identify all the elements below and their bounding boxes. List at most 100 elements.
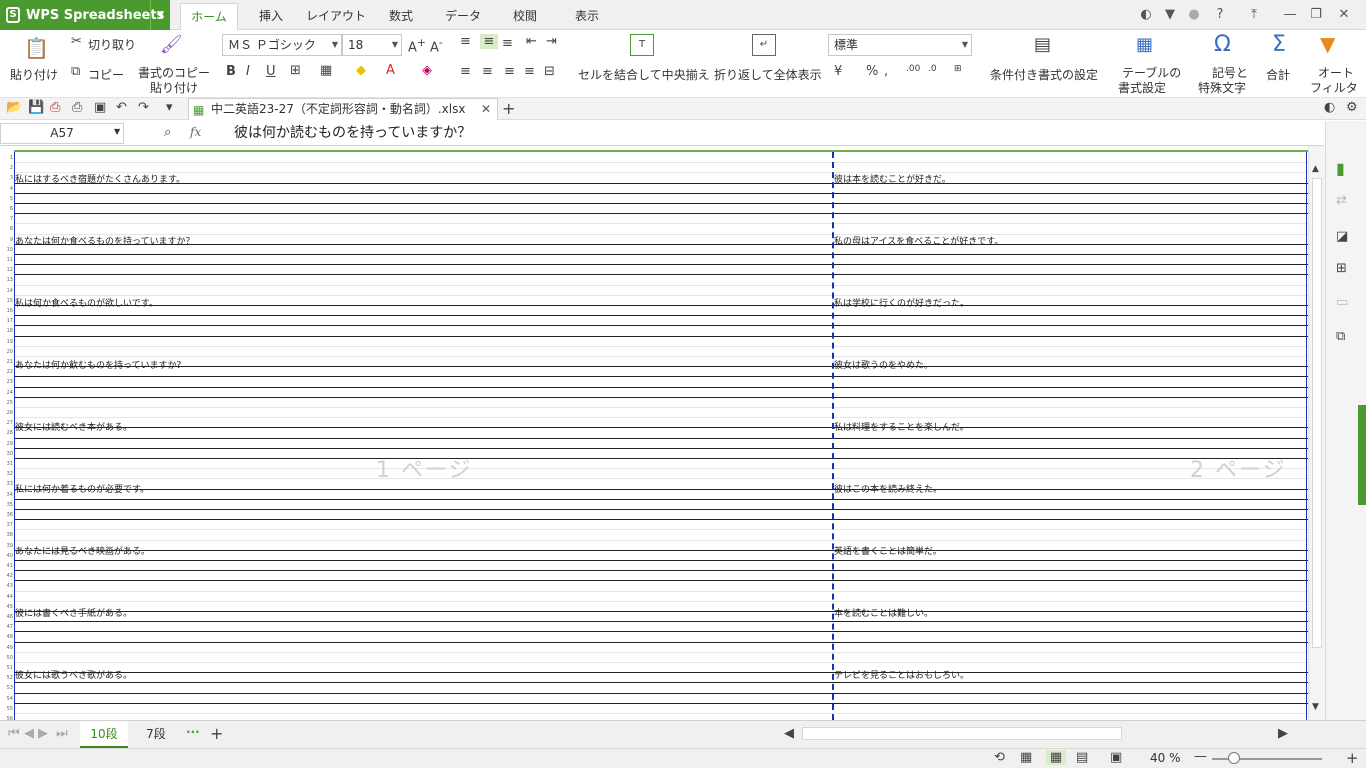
- distribute-icon[interactable]: ⊟: [544, 64, 555, 79]
- row-number[interactable]: 46: [0, 614, 13, 620]
- backup-icon[interactable]: ⧉: [1336, 329, 1345, 344]
- convert-icon[interactable]: ⊞: [954, 64, 962, 74]
- row-number[interactable]: 1: [0, 155, 13, 161]
- row-number[interactable]: 38: [0, 532, 13, 538]
- row-number[interactable]: 11: [0, 257, 13, 263]
- collapse-ribbon-icon[interactable]: ⤒: [1244, 5, 1264, 25]
- tab-home[interactable]: ホーム: [180, 3, 238, 30]
- fill-color-icon[interactable]: ◆: [356, 63, 366, 78]
- skin-switch-icon[interactable]: ◐: [1324, 100, 1335, 115]
- tab-layout[interactable]: レイアウト: [304, 3, 368, 30]
- row-number[interactable]: 53: [0, 685, 13, 691]
- zoom-icon[interactable]: ⌕: [164, 125, 171, 140]
- new-tab-icon[interactable]: +: [502, 99, 515, 118]
- row-number[interactable]: 20: [0, 349, 13, 355]
- prev-sheet-icon[interactable]: ◀: [24, 726, 34, 741]
- last-sheet-icon[interactable]: ⏭: [56, 726, 68, 741]
- increase-font-icon[interactable]: A+: [408, 36, 426, 55]
- tab-view[interactable]: 表示: [562, 3, 612, 30]
- row-number[interactable]: 36: [0, 512, 13, 518]
- more-sheets-icon[interactable]: ···: [186, 725, 200, 739]
- row-number[interactable]: 42: [0, 573, 13, 579]
- row-number[interactable]: 28: [0, 430, 13, 436]
- row-number[interactable]: 13: [0, 277, 13, 283]
- account-icon[interactable]: ●: [1184, 5, 1204, 25]
- cell-left-sentence[interactable]: 彼女には読むべき本がある。: [15, 420, 132, 433]
- formula-input[interactable]: 彼は何か読むものを持っていますか？: [234, 123, 471, 144]
- help-icon[interactable]: ?: [1208, 5, 1232, 25]
- scroll-down-icon[interactable]: ▼: [1312, 702, 1319, 712]
- row-number[interactable]: 18: [0, 328, 13, 334]
- app-menu-button[interactable]: S WPS Spreadsheets ▼: [0, 0, 170, 30]
- sum-button[interactable]: 合計: [1266, 66, 1290, 83]
- border-icon[interactable]: ⊞: [290, 63, 301, 78]
- row-number[interactable]: 23: [0, 379, 13, 385]
- page-break-view-icon[interactable]: ▦: [1046, 750, 1066, 765]
- cell-right-sentence[interactable]: 彼は本を読むことが好きだ。: [834, 172, 951, 185]
- align-bottom-icon[interactable]: ≡: [502, 36, 513, 51]
- indent-increase-icon[interactable]: ⇥: [546, 34, 557, 49]
- cell-right-sentence[interactable]: 本を読むことは難しい。: [834, 606, 933, 619]
- number-format-select[interactable]: 標準 ▼: [828, 34, 972, 56]
- row-number[interactable]: 19: [0, 339, 13, 345]
- cell-left-sentence[interactable]: 私は何か食べるものが欲しいです。: [15, 296, 158, 309]
- row-number[interactable]: 44: [0, 594, 13, 600]
- decrease-font-icon[interactable]: A-: [430, 36, 443, 55]
- decrease-decimal-icon[interactable]: .0: [928, 64, 937, 74]
- page-layout-view-icon[interactable]: ▤: [1076, 750, 1088, 765]
- vertical-scroll-thumb[interactable]: [1312, 178, 1322, 648]
- cell-left-sentence[interactable]: 私にはするべき宿題がたくさんあります。: [15, 172, 185, 185]
- cell-left-sentence[interactable]: あなたは何か食べるものを持っていますか？: [15, 234, 195, 247]
- row-number[interactable]: 7: [0, 216, 13, 222]
- align-right-icon[interactable]: ≡: [504, 64, 515, 79]
- clear-format-icon[interactable]: ◈: [422, 63, 432, 78]
- zoom-slider-thumb[interactable]: [1228, 752, 1240, 764]
- add-sheet-icon[interactable]: +: [210, 724, 223, 743]
- cell-left-sentence[interactable]: 彼女には歌うべき歌がある。: [15, 668, 132, 681]
- row-number[interactable]: 10: [0, 247, 13, 253]
- settings-icon[interactable]: ⚙: [1346, 100, 1358, 115]
- row-number[interactable]: 4: [0, 186, 13, 192]
- row-number[interactable]: 51: [0, 665, 13, 671]
- sheet-tab-10dan[interactable]: 10段: [80, 721, 128, 748]
- underline-button[interactable]: U: [266, 64, 276, 79]
- row-number[interactable]: 34: [0, 492, 13, 498]
- reading-view-icon[interactable]: ▣: [1110, 750, 1122, 765]
- row-number[interactable]: 49: [0, 645, 13, 651]
- justify-icon[interactable]: ≡: [524, 64, 535, 79]
- first-sheet-icon[interactable]: ⏮: [8, 726, 20, 741]
- row-number[interactable]: 16: [0, 308, 13, 314]
- close-tab-icon[interactable]: ✕: [481, 99, 491, 119]
- row-number[interactable]: 5: [0, 196, 13, 202]
- merge-center-button[interactable]: セルを結合して中央揃え: [578, 66, 710, 83]
- row-number[interactable]: 26: [0, 410, 13, 416]
- document-icon[interactable]: ▭: [1336, 295, 1348, 310]
- cell-left-sentence[interactable]: 彼には書くべき手紙がある。: [15, 606, 132, 619]
- row-number[interactable]: 9: [0, 237, 13, 243]
- font-size-select[interactable]: 18 ▼: [342, 34, 402, 56]
- row-number[interactable]: 47: [0, 624, 13, 630]
- percent-button[interactable]: %: [866, 64, 878, 79]
- align-left-icon[interactable]: ≡: [460, 64, 471, 79]
- name-box[interactable]: A57: [0, 123, 124, 144]
- align-center-icon[interactable]: ≡: [482, 64, 493, 79]
- cell-left-sentence[interactable]: あなたには見るべき映画がある。: [15, 544, 150, 557]
- copy-button[interactable]: コピー: [88, 66, 124, 83]
- paste-button[interactable]: 貼り付け: [10, 66, 58, 83]
- currency-icon[interactable]: ¥: [834, 64, 842, 79]
- shirt-icon[interactable]: ▼: [1160, 5, 1180, 25]
- row-number[interactable]: 12: [0, 267, 13, 273]
- cell-right-sentence[interactable]: 英語を書くことは簡単だ。: [834, 544, 942, 557]
- cell-left-sentence[interactable]: あなたは何か飲むものを持っていますか？: [15, 358, 186, 371]
- pdf-icon[interactable]: ⎙: [50, 100, 60, 115]
- zoom-in-icon[interactable]: +: [1346, 749, 1359, 767]
- wrap-text-button[interactable]: 折り返して全体表示: [714, 66, 822, 83]
- cell-left-sentence[interactable]: 私には何か着るものが必要です。: [15, 482, 149, 495]
- scroll-up-icon[interactable]: ▲: [1312, 164, 1319, 174]
- new-file-icon[interactable]: ▮: [1336, 159, 1345, 178]
- selection-icon[interactable]: ◪: [1336, 229, 1348, 244]
- macro-icon[interactable]: ⟲: [994, 750, 1005, 765]
- chevron-down-icon[interactable]: ▼: [150, 0, 170, 30]
- next-sheet-icon[interactable]: ▶: [38, 726, 48, 741]
- align-top-icon[interactable]: ≡: [460, 34, 471, 49]
